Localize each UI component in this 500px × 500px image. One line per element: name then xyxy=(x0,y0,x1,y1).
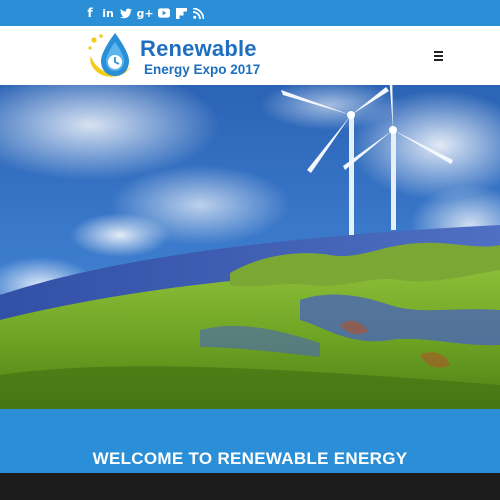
site-header: Renewable Energy Expo 2017 xyxy=(0,26,500,85)
social-links: f in g+ xyxy=(84,4,204,22)
top-social-bar: f in g+ xyxy=(0,0,500,26)
twitter-icon[interactable] xyxy=(120,5,132,21)
hero-earth-windmills-illustration xyxy=(0,85,500,409)
rss-icon[interactable] xyxy=(192,5,204,21)
welcome-heading: WELCOME TO RENEWABLE ENERGY xyxy=(92,449,408,468)
googleplus-icon[interactable]: g+ xyxy=(136,5,153,21)
welcome-section: WELCOME TO RENEWABLE ENERGY xyxy=(0,409,500,473)
bottom-dark-bar xyxy=(0,473,500,500)
flipboard-icon[interactable] xyxy=(175,5,187,21)
hamburger-menu-icon[interactable] xyxy=(434,51,446,61)
logo-mark-icon xyxy=(88,33,131,77)
linkedin-icon[interactable]: in xyxy=(101,5,115,21)
logo-title: Renewable xyxy=(140,36,257,61)
youtube-icon[interactable] xyxy=(158,5,170,21)
site-logo[interactable]: Renewable Energy Expo 2017 xyxy=(85,30,260,82)
hero-image xyxy=(0,85,500,409)
facebook-icon[interactable]: f xyxy=(84,5,96,21)
logo-subtitle: Energy Expo 2017 xyxy=(144,62,261,77)
